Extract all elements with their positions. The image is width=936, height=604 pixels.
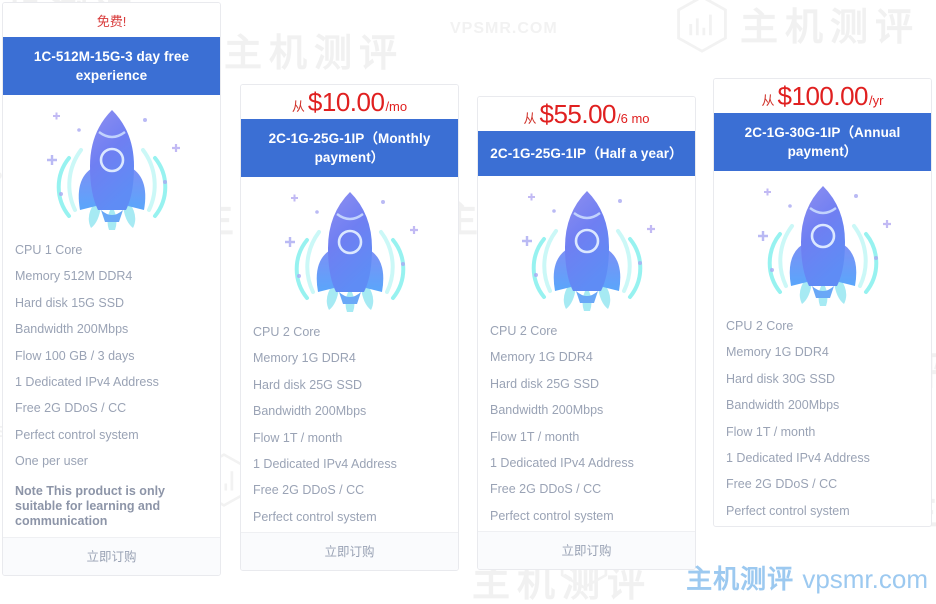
- feature-item: CPU 1 Core: [15, 243, 83, 257]
- feature-item: Hard disk 25G SSD: [490, 376, 600, 391]
- price-unit: /mo: [385, 98, 408, 114]
- feature-item: Bandwidth 200Mbps: [15, 322, 129, 337]
- plan-title-banner: 2C-1G-25G-1IP（Monthly payment）: [241, 119, 458, 177]
- feature-item: Memory 1G DDR4: [726, 345, 829, 360]
- feature-item: 1 Dedicated IPv4 Address: [726, 451, 870, 466]
- card-footer: 立即订购: [478, 531, 695, 570]
- price-row: 免费!: [3, 3, 220, 37]
- feature-item: Bandwidth 200Mbps: [490, 403, 604, 418]
- feature-item: Memory 1G DDR4: [490, 350, 593, 365]
- price-row: 从 $10.00 /mo: [241, 85, 458, 119]
- feature-item: Hard disk 30G SSD: [726, 371, 836, 386]
- card-footer: 立即订购: [241, 532, 458, 571]
- feature-item: Free 2G DDoS / CC: [490, 482, 602, 497]
- feature-item: Perfect control system: [490, 508, 614, 523]
- price-amount: $100.00: [777, 80, 869, 111]
- card-footer: 立即订购: [3, 536, 220, 575]
- feature-item: Flow 1T / month: [253, 430, 343, 445]
- brand-cn: 主机测评: [686, 564, 795, 594]
- feature-item: Flow 1T / month: [726, 424, 816, 439]
- order-now-button[interactable]: 立即订购: [561, 540, 611, 559]
- feature-list: CPU 2 Core Memory 1G DDR4 Hard disk 30G …: [714, 309, 931, 526]
- feature-item: 1 Dedicated IPv4 Address: [490, 456, 634, 471]
- feature-list: CPU 2 Core Memory 1G DDR4 Hard disk 25G …: [478, 314, 695, 531]
- feature-list: CPU 2 Core Memory 1G DDR4 Hard disk 25G …: [241, 315, 458, 532]
- feature-item: Perfect control system: [253, 509, 377, 524]
- feature-item: CPU 2 Core: [726, 319, 794, 333]
- rocket-illustration: [714, 171, 931, 309]
- pricing-card-half-year[interactable]: 从 $55.00 /6 mo 2C-1G-25G-1IP（Half a year…: [477, 96, 696, 571]
- feature-item: Perfect control system: [15, 427, 139, 442]
- plan-title-banner: 2C-1G-25G-1IP（Half a year）: [478, 131, 695, 176]
- feature-item: Memory 1G DDR4: [253, 351, 356, 366]
- feature-item: 1 Dedicated IPv4 Address: [15, 375, 159, 390]
- price-amount: $10.00: [307, 86, 385, 117]
- price-unit: /yr: [869, 92, 884, 108]
- price-from-label: 从: [523, 110, 537, 126]
- feature-item: Perfect control system: [726, 503, 850, 518]
- feature-item: Flow 100 GB / 3 days: [15, 348, 135, 363]
- price-row: 从 $100.00 /yr: [714, 79, 931, 113]
- price-unit: /6 mo: [617, 110, 650, 126]
- order-now-button[interactable]: 立即订购: [86, 546, 136, 565]
- feature-item: Free 2G DDoS / CC: [253, 483, 365, 498]
- feature-item: One per user: [15, 454, 88, 469]
- plan-note: Note This product is only suitable for l…: [15, 483, 166, 528]
- plan-title-banner: 1C-512M-15G-3 day free experience: [3, 37, 220, 95]
- rocket-illustration: [241, 177, 458, 315]
- feature-item: Memory 512M DDR4: [15, 269, 133, 284]
- feature-item: Free 2G DDoS / CC: [726, 477, 838, 492]
- order-now-button[interactable]: 立即订购: [324, 541, 374, 560]
- free-label: 免费!: [96, 13, 127, 29]
- price-row: 从 $55.00 /6 mo: [478, 97, 695, 131]
- feature-item: Bandwidth 200Mbps: [253, 404, 367, 419]
- watermark-hex-logo: [672, 0, 732, 54]
- rocket-illustration: [478, 176, 695, 314]
- feature-item: Flow 1T / month: [490, 429, 580, 444]
- price-from-label: 从: [291, 98, 305, 114]
- feature-item: Free 2G DDoS / CC: [15, 401, 127, 416]
- feature-item: CPU 2 Core: [490, 324, 558, 338]
- watermark-text-latin: VPSMR.COM: [450, 20, 558, 37]
- feature-item: Hard disk 25G SSD: [253, 377, 363, 392]
- brand-domain: vpsmr.com: [802, 564, 928, 594]
- feature-list: CPU 1 Core Memory 512M DDR4 Hard disk 15…: [3, 233, 220, 537]
- pricing-card-free[interactable]: 免费! 1C-512M-15G-3 day free experience CP…: [2, 2, 221, 576]
- price-from-label: 从: [761, 92, 775, 108]
- pricing-card-annual[interactable]: 从 $100.00 /yr 2C-1G-30G-1IP（Annual payme…: [713, 78, 932, 528]
- rocket-illustration: [3, 95, 220, 233]
- watermark-text-cn: 主机测评: [224, 33, 405, 75]
- feature-item: 1 Dedicated IPv4 Address: [253, 457, 397, 472]
- feature-item: Bandwidth 200Mbps: [726, 398, 840, 413]
- watermark-text-cn: 主机测评: [740, 7, 921, 49]
- price-amount: $55.00: [539, 98, 617, 129]
- pricing-card-monthly[interactable]: 从 $10.00 /mo 2C-1G-25G-1IP（Monthly payme…: [240, 84, 459, 572]
- feature-item: CPU 2 Core: [253, 325, 321, 339]
- site-brand-watermark: 主机测评 vpsmr.com: [686, 559, 928, 596]
- plan-title-banner: 2C-1G-30G-1IP（Annual payment）: [714, 113, 931, 171]
- feature-item: Hard disk 15G SSD: [15, 295, 125, 310]
- pricing-page: 主机测评 VPSMR.COM 主机测评 主机测评 VPSMR.COM 主机测评 …: [0, 0, 936, 604]
